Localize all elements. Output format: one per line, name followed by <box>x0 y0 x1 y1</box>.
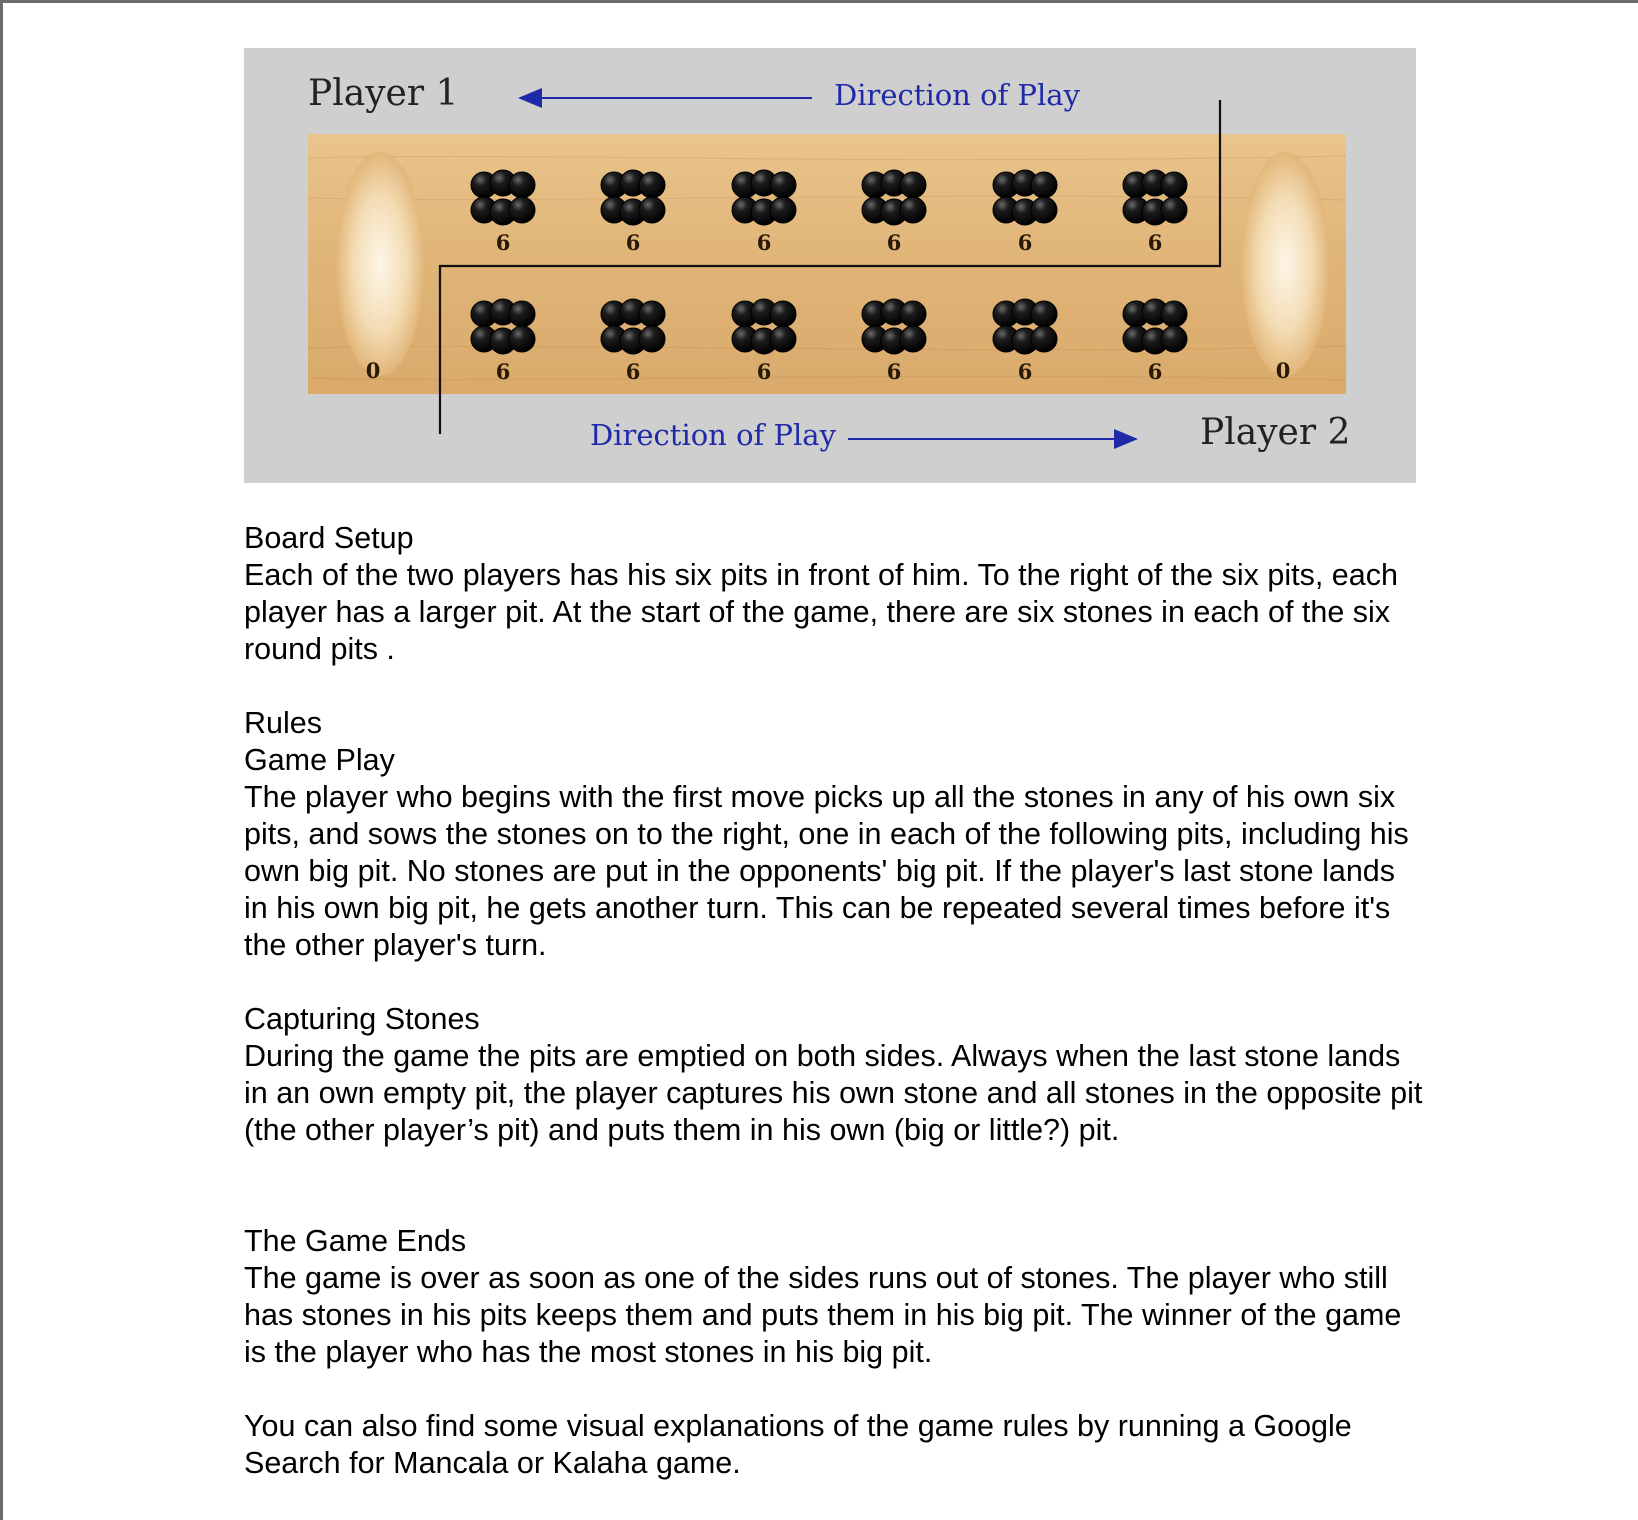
stone <box>769 325 797 353</box>
stone <box>1030 300 1058 328</box>
stone <box>1160 300 1188 328</box>
store-right <box>1241 152 1329 376</box>
stone <box>1160 171 1188 199</box>
stone <box>769 300 797 328</box>
pit-count: 6 <box>886 230 902 255</box>
stone <box>638 300 666 328</box>
game-ends-heading: The Game Ends <box>244 1224 467 1258</box>
pit-count: 6 <box>625 359 641 384</box>
stone <box>508 196 536 224</box>
pit-count: 6 <box>756 230 772 255</box>
closing-text: You can also find some visual explanatio… <box>244 1409 1352 1480</box>
pit-count: 6 <box>756 359 772 384</box>
stone <box>638 325 666 353</box>
board-setup-heading: Board Setup <box>244 521 414 555</box>
store-right-count: 0 <box>1275 358 1291 383</box>
direction-label-bottom: Direction of Play <box>590 418 836 452</box>
game-play-text: The player who begins with the first mov… <box>244 780 1409 962</box>
page-border-left <box>0 0 3 1520</box>
board-setup-text: Each of the two players has his six pits… <box>244 558 1398 666</box>
stone <box>899 196 927 224</box>
pit-count: 6 <box>1017 230 1033 255</box>
pit-count: 6 <box>1017 359 1033 384</box>
stone <box>1030 196 1058 224</box>
pit-count: 6 <box>1147 230 1163 255</box>
board-wood <box>308 134 1346 394</box>
player-2-label: Player 2 <box>1200 412 1351 453</box>
player-1-label: Player 1 <box>308 73 459 114</box>
kalaha-board-figure: Player 1 Player 2 Direction of Play Dire… <box>244 48 1416 483</box>
game-ends-text: The game is over as soon as one of the s… <box>244 1261 1402 1369</box>
pit-count: 6 <box>625 230 641 255</box>
stone <box>1030 171 1058 199</box>
stone <box>1160 196 1188 224</box>
page-border-top <box>0 0 1638 3</box>
game-play-heading: Game Play <box>244 743 395 777</box>
pit-count: 6 <box>886 359 902 384</box>
rules-document: Board Setup Each of the two players has … <box>244 520 1424 1482</box>
stone <box>638 171 666 199</box>
stone <box>769 196 797 224</box>
pit-count: 6 <box>1147 359 1163 384</box>
stone <box>638 196 666 224</box>
capturing-text: During the game the pits are emptied on … <box>244 1039 1423 1147</box>
store-left-count: 0 <box>365 358 381 383</box>
stone <box>508 300 536 328</box>
stone <box>1030 325 1058 353</box>
store-left <box>336 152 424 376</box>
stone <box>508 325 536 353</box>
pit-count: 6 <box>495 359 511 384</box>
stone <box>899 171 927 199</box>
stone <box>1160 325 1188 353</box>
rules-heading: Rules <box>244 706 322 740</box>
stone <box>899 325 927 353</box>
stone <box>899 300 927 328</box>
pit-count: 6 <box>495 230 511 255</box>
stone <box>508 171 536 199</box>
capturing-heading: Capturing Stones <box>244 1002 480 1036</box>
stone <box>769 171 797 199</box>
direction-label-top: Direction of Play <box>834 78 1080 112</box>
